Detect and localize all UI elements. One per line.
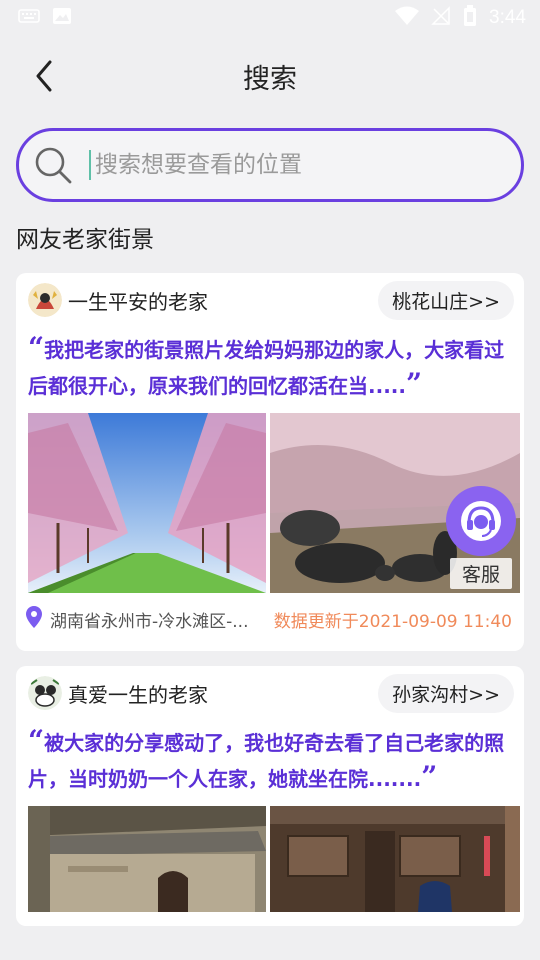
user-info: 真爱一生的老家	[28, 676, 208, 710]
card-footer: 湖南省永州市-冷水滩区-... 数据更新于2021-09-09 11:40	[16, 593, 524, 645]
photo-row	[16, 806, 524, 912]
username: 真爱一生的老家	[68, 682, 208, 707]
card-header: 一生平安的老家 桃花山庄>>	[16, 273, 524, 320]
image-icon	[52, 7, 72, 29]
chevron-left-icon	[36, 60, 52, 92]
open-quote-mark: “	[28, 724, 45, 757]
search-icon	[33, 145, 73, 185]
location-link[interactable]: 孙家沟村>>	[378, 673, 514, 713]
keyboard-icon	[18, 8, 40, 28]
customer-service-label: 客服	[450, 558, 513, 589]
close-quote-mark: ”	[421, 760, 438, 793]
username: 一生平安的老家	[68, 289, 208, 314]
update-time: 数据更新于2021-09-09 11:40	[273, 611, 512, 632]
street-view-card[interactable]: 一生平安的老家 桃花山庄>> “我把老家的街景照片发给妈妈那边的家人，大家看过后…	[16, 273, 524, 651]
search-input[interactable]	[95, 152, 475, 178]
avatar[interactable]	[28, 283, 62, 317]
user-info: 一生平安的老家	[28, 283, 208, 317]
app-header: 搜索	[0, 36, 540, 116]
quote-text: “我把老家的街景照片发给妈妈那边的家人，大家看过后都很开心，原来我们的回忆都活在…	[16, 319, 524, 403]
location-link[interactable]: 桃花山庄>>	[378, 280, 514, 320]
street-photo[interactable]	[270, 806, 520, 912]
street-view-card[interactable]: 真爱一生的老家 孙家沟村>> “被大家的分享感动了，我也好奇去看了自己老家的照片…	[16, 666, 524, 926]
battery-icon	[463, 5, 477, 31]
customer-service-button[interactable]: 客服	[446, 486, 520, 589]
avatar[interactable]	[28, 676, 62, 710]
section-title: 网友老家街景	[16, 227, 154, 253]
headset-icon	[446, 486, 516, 556]
street-photo[interactable]	[28, 413, 266, 593]
quote-text: “被大家的分享感动了，我也好奇去看了自己老家的照片，当时奶奶一个人在家，她就坐在…	[16, 712, 524, 796]
close-quote-mark: ”	[406, 367, 423, 400]
address: 湖南省永州市-冷水滩区-...	[26, 605, 249, 633]
search-bar[interactable]	[16, 128, 524, 202]
street-photo[interactable]	[28, 806, 266, 912]
text-cursor	[89, 150, 91, 180]
clock: 3:44	[489, 7, 526, 28]
status-bar: 3:44	[0, 0, 540, 36]
signal-off-icon	[431, 6, 451, 30]
quote-body: 我把老家的街景照片发给妈妈那边的家人，大家看过后都很开心，原来我们的回忆都活在当…	[28, 338, 505, 398]
address-text: 湖南省永州市-冷水滩区-...	[50, 611, 249, 632]
page-title: 搜索	[243, 63, 297, 95]
card-header: 真爱一生的老家 孙家沟村>>	[16, 666, 524, 713]
back-button[interactable]	[26, 58, 62, 94]
open-quote-mark: “	[28, 331, 45, 364]
wifi-icon	[395, 6, 420, 30]
location-pin-icon	[26, 605, 42, 633]
